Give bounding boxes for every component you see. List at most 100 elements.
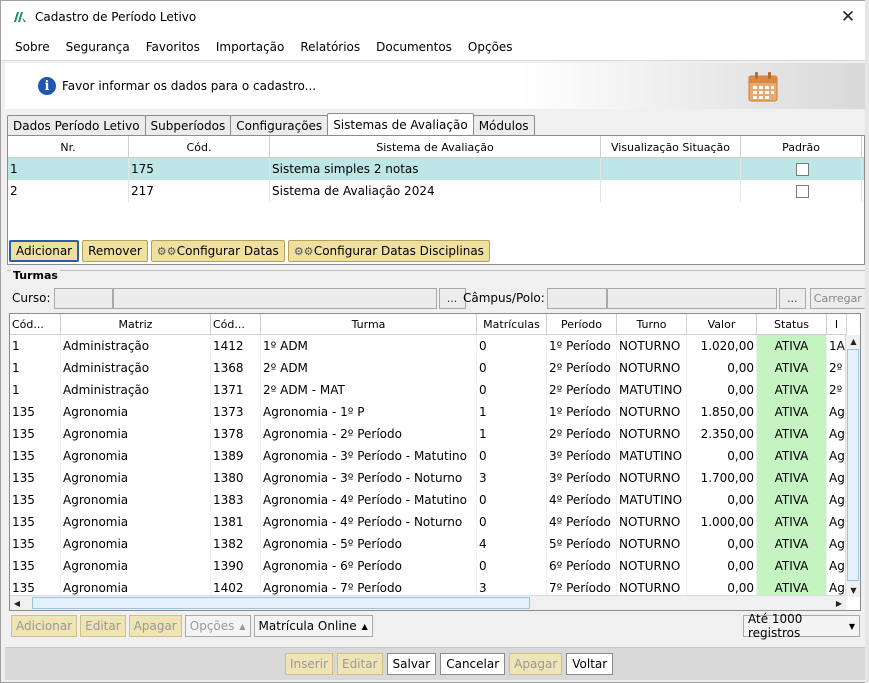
scroll-down-icon[interactable]: ▼ (846, 584, 860, 597)
cell-matriculas: 0 (477, 445, 547, 467)
curso-browse-button[interactable]: ... (438, 287, 466, 309)
campus-browse-button[interactable]: ... (778, 287, 806, 309)
table-row[interactable]: 1 Administração 1412 1º ADM 0 1º Período NOTUR… (10, 335, 847, 357)
campus-name-field[interactable] (606, 287, 777, 309)
campus-code-field[interactable] (546, 287, 607, 309)
cell-matriz: Agronomia (61, 467, 211, 489)
header-status[interactable]: Status (757, 314, 827, 335)
menu-seguranca[interactable]: Segurança (58, 40, 138, 54)
cell-sistema: Sistema simples 2 notas (270, 158, 601, 180)
close-icon[interactable]: ✕ (836, 5, 860, 29)
header-sistema[interactable]: Sistema de Avaliação (270, 136, 601, 158)
cell-matriculas: 3 (477, 467, 547, 489)
tab-subperiodos[interactable]: Subperíodos (144, 115, 232, 135)
tab-sistemas-de-avaliacao[interactable]: Sistemas de Avaliação (327, 113, 474, 135)
cell-turma: 2º ADM - MAT (261, 379, 477, 401)
table-row[interactable]: 135 Agronomia 1380 Agronomia - 3º Período -… (10, 467, 847, 489)
curso-name-field[interactable] (112, 287, 437, 309)
cell-cod-matriz: 135 (10, 533, 61, 555)
cell-matriculas: 0 (477, 555, 547, 577)
cell-matriz: Agronomia (61, 401, 211, 423)
cell-matriculas: 0 (477, 357, 547, 379)
header-cod-matriz[interactable]: Cód... (10, 314, 61, 335)
cell-cod-turma: 1380 (211, 467, 261, 489)
header-cod-turma[interactable]: Cód... (211, 314, 261, 335)
menu-favoritos[interactable]: Favoritos (138, 40, 208, 54)
turmas-grid: Cód... Matriz Cód... Turma Matrículas Pe… (9, 313, 861, 611)
header-padrao[interactable]: Padrão (741, 136, 862, 158)
opcoes-button[interactable]: Opções ▲ (184, 615, 251, 637)
cell-turma: Agronomia - 3º Período - Noturno (261, 467, 477, 489)
remover-button[interactable]: Remover (82, 240, 148, 262)
scroll-left-icon[interactable]: ◀ (10, 596, 24, 610)
horizontal-scroll-thumb[interactable] (32, 597, 530, 609)
adicionar-button[interactable]: Adicionar (9, 240, 80, 262)
table-row[interactable]: 1 Administração 1368 2º ADM 0 2º Período NOTUR… (10, 357, 847, 379)
cell-turno: MATUTINO (617, 379, 687, 401)
configurar-datas-disciplinas-label: Configurar Datas Disciplinas (313, 244, 484, 258)
cell-turma: 2º ADM (261, 357, 477, 379)
turma-apagar-button[interactable]: Apagar (128, 615, 182, 637)
header-matriculas[interactable]: Matrículas (477, 314, 547, 335)
menu-importacao[interactable]: Importação (208, 40, 292, 54)
table-row[interactable]: 135 Agronomia 1390 Agronomia - 6º Período 0 6… (10, 555, 847, 577)
padrao-checkbox[interactable] (795, 162, 809, 176)
avaliacao-row[interactable]: 2 217 Sistema de Avaliação 2024 (8, 180, 864, 202)
header-valor[interactable]: Valor (687, 314, 757, 335)
tab-modulos[interactable]: Módulos (472, 115, 535, 135)
inserir-button[interactable]: Inserir (285, 653, 333, 675)
cell-matriculas: 1 (477, 401, 547, 423)
table-row[interactable]: 135 Agronomia 1381 Agronomia - 4º Período -… (10, 511, 847, 533)
turmas-grid-header: Cód... Matriz Cód... Turma Matrículas Pe… (10, 314, 847, 335)
padrao-checkbox[interactable] (795, 184, 809, 198)
header-visualizacao[interactable]: Visualização Situação (601, 136, 741, 158)
turmas-legend: Turmas (11, 269, 60, 282)
table-row[interactable]: 1 Administração 1371 2º ADM - MAT 0 2º Períod… (10, 379, 847, 401)
table-row[interactable]: 135 Agronomia 1378 Agronomia - 2º Período 1 2… (10, 423, 847, 445)
turma-adicionar-button[interactable]: Adicionar (11, 615, 78, 637)
voltar-button[interactable]: Voltar (566, 653, 614, 675)
cancelar-button[interactable]: Cancelar (440, 653, 506, 675)
configurar-datas-disciplinas-button[interactable]: ⚙⚙ Configurar Datas Disciplinas (287, 240, 490, 262)
matricula-online-button[interactable]: Matrícula Online ▲ (253, 615, 373, 637)
menu-relatorios[interactable]: Relatórios (292, 40, 368, 54)
header-nr[interactable]: Nr. (8, 136, 129, 158)
cell-turno: MATUTINO (617, 445, 687, 467)
header-turno[interactable]: Turno (617, 314, 687, 335)
cell-status: ATIVA (757, 533, 827, 555)
avaliacao-row[interactable]: 1 175 Sistema simples 2 notas (8, 158, 864, 180)
curso-code-field[interactable] (53, 287, 113, 309)
registros-select[interactable]: Até 1000 registros ▼ (743, 612, 860, 640)
header-periodo[interactable]: Período (547, 314, 617, 335)
turma-editar-button[interactable]: Editar (80, 615, 126, 637)
scroll-right-icon[interactable]: ▶ (832, 596, 846, 610)
table-row[interactable]: 135 Agronomia 1373 Agronomia - 1º P 1 1º Perí… (10, 401, 847, 423)
header-matriz[interactable]: Matriz (61, 314, 211, 335)
table-row[interactable]: 135 Agronomia 1382 Agronomia - 5º Período 4 5… (10, 533, 847, 555)
menu-sobre[interactable]: Sobre (7, 40, 58, 54)
cell-extra: Agr (827, 533, 847, 555)
footer-apagar-button[interactable]: Apagar (509, 653, 563, 675)
carregar-button[interactable]: Carregar (809, 287, 866, 309)
configurar-datas-button[interactable]: ⚙⚙ Configurar Datas (150, 240, 285, 262)
footer-editar-button[interactable]: Editar (336, 653, 383, 675)
menu-opcoes[interactable]: Opções (460, 40, 521, 54)
matricula-online-label: Matrícula Online (258, 619, 357, 633)
header-extra[interactable]: I (827, 314, 847, 335)
cell-status: ATIVA (757, 401, 827, 423)
header-cod[interactable]: Cód. (129, 136, 270, 158)
cell-matriz: Administração (61, 379, 211, 401)
table-row[interactable]: 135 Agronomia 1383 Agronomia - 4º Período -… (10, 489, 847, 511)
menu-documentos[interactable]: Documentos (368, 40, 460, 54)
salvar-button[interactable]: Salvar (386, 653, 437, 675)
table-row[interactable]: 135 Agronomia 1389 Agronomia - 3º Período -… (10, 445, 847, 467)
horizontal-scrollbar[interactable]: ◀ ▶ (10, 595, 846, 610)
tab-dados-periodo-letivo[interactable]: Dados Período Letivo (7, 115, 146, 135)
header-turma[interactable]: Turma (261, 314, 477, 335)
cell-periodo: 1º Período (547, 401, 617, 423)
scroll-up-icon[interactable]: ▲ (846, 335, 860, 348)
caret-up-icon: ▲ (361, 621, 368, 631)
tab-configuracoes[interactable]: Configurações (230, 115, 329, 135)
vertical-scroll-thumb[interactable] (847, 349, 859, 581)
vertical-scrollbar[interactable]: ▲ ▼ (845, 335, 860, 597)
